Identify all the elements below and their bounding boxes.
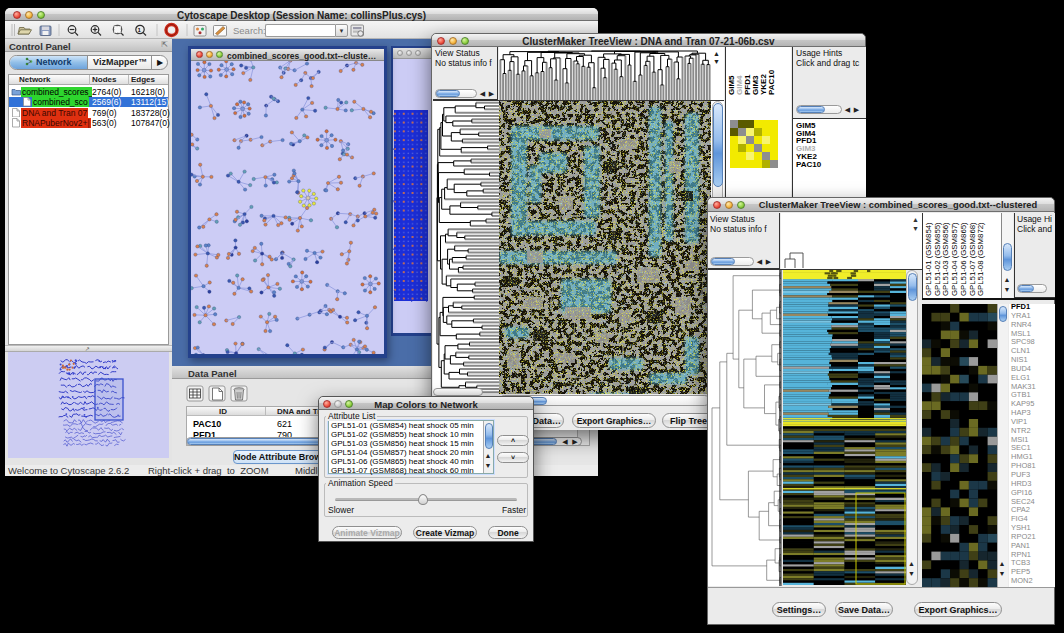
svg-text:1: 1 <box>138 27 142 33</box>
